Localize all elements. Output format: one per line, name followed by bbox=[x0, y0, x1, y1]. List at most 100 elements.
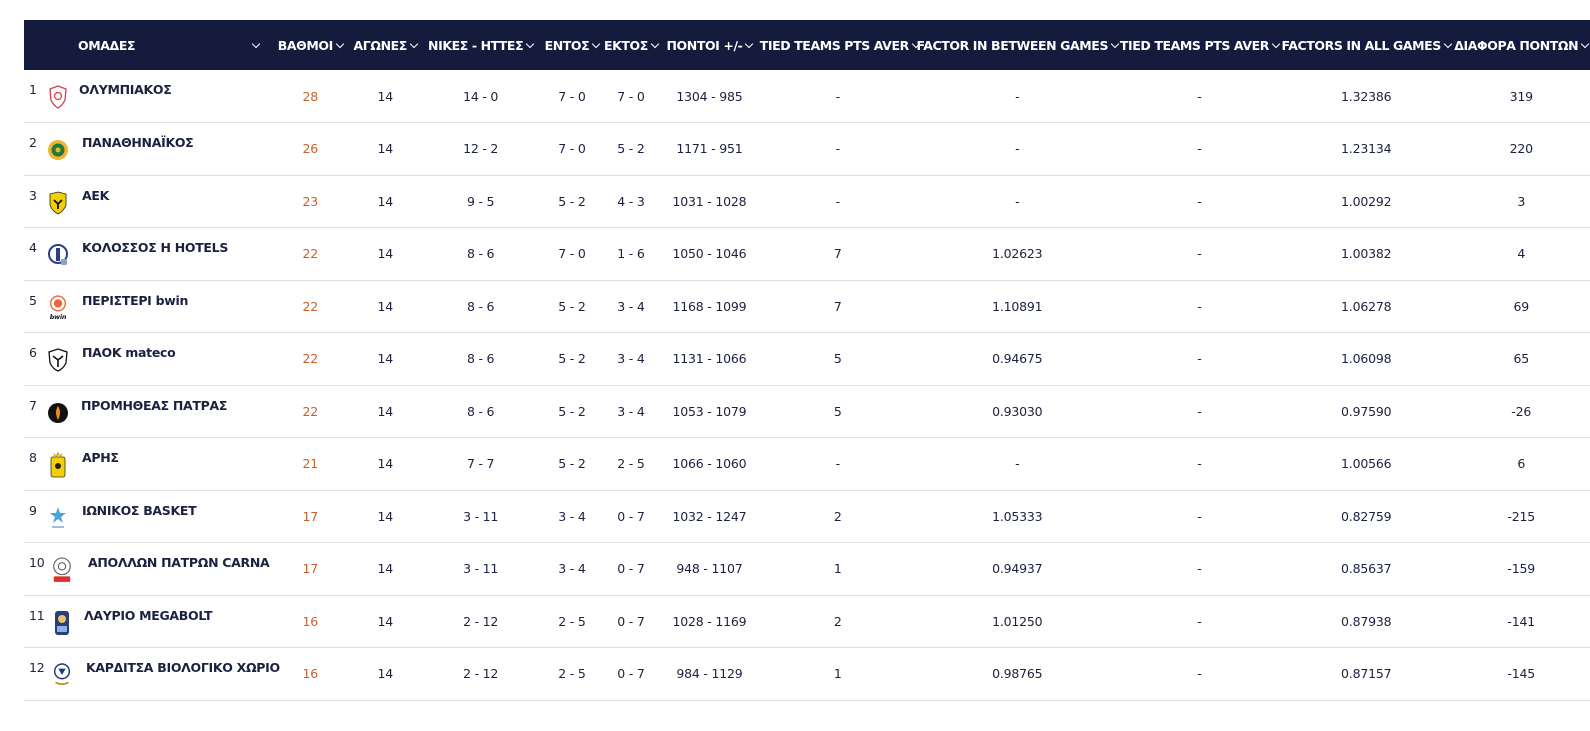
points-cell: 23 bbox=[302, 193, 319, 209]
table-row[interactable]: 1 ΟΛΥΜΠΙΑΚΟΣ 28 14 14 - 0 7 - 0 7 - 0 1304 - 98… bbox=[24, 70, 1590, 123]
diff-cell: 319 bbox=[1509, 88, 1533, 104]
svg-text:bwin: bwin bbox=[50, 313, 67, 321]
tied1-cell: - bbox=[835, 88, 841, 104]
position-number: 11 bbox=[29, 607, 45, 623]
sort-points-header[interactable]: ΒΑΘΜΟΙ bbox=[270, 20, 350, 70]
sort-wl-header[interactable]: ΝΙΚΕΣ - ΗΤΤΕΣ bbox=[420, 20, 541, 70]
wl-cell: 8 - 6 bbox=[466, 403, 495, 419]
header-row: ΟΜΑΔΕΣ ΒΑΘΜΟΙ ΑΓΩΝΕΣ ΝΙΚΕΣ - ΗΤΤΕΣ ΕΝΤΟΣ… bbox=[24, 20, 1590, 70]
games-cell: 14 bbox=[377, 141, 393, 157]
wl-cell: 3 - 11 bbox=[463, 561, 499, 577]
factor-between-cell: 0.94937 bbox=[992, 561, 1043, 577]
team-cell: 9 ΙΩΝΙΚΟΣ BASKET bbox=[24, 490, 270, 543]
team-name-link[interactable]: ΠΑΟΚ mateco bbox=[82, 345, 176, 360]
sort-tied2-header[interactable]: TIED TEAMS PTS AVER bbox=[1119, 20, 1281, 70]
team-cell: 6 ΠΑΟΚ mateco bbox=[24, 333, 270, 386]
tied2-cell: - bbox=[1197, 246, 1202, 262]
team-name-link[interactable]: ΑΡΗΣ bbox=[82, 450, 119, 465]
chevron-down-icon bbox=[745, 39, 754, 48]
sort-ptsdiff-header[interactable]: ΠΟΝΤΟΙ +/- bbox=[659, 20, 760, 70]
team-name-link[interactable]: ΑΕΚ bbox=[82, 188, 109, 203]
table-row[interactable]: 10 ΑΠΟΛΛΩΝ ΠΑΤΡΩΝ CARNA 17 14 3 - 11 3 - 4 0 -… bbox=[24, 543, 1590, 595]
sort-factor-all-header[interactable]: FACTORS IN ALL GAMES bbox=[1280, 20, 1453, 70]
team-name-link[interactable]: ΠΡΟΜΗΘΕΑΣ ΠΑΤΡΑΣ bbox=[81, 398, 227, 413]
tied1-cell: 7 bbox=[833, 298, 842, 314]
wl-cell: 14 - 0 bbox=[463, 88, 499, 104]
factor-between-cell: 0.93030 bbox=[992, 403, 1043, 419]
games-cell: 14 bbox=[377, 246, 393, 262]
factor-all-cell: 1.00292 bbox=[1341, 193, 1392, 209]
team-name-link[interactable]: ΠΕΡΙΣΤΕΡΙ bwin bbox=[82, 293, 188, 308]
chevron-down-icon bbox=[409, 39, 419, 48]
points-cell: 22 bbox=[302, 351, 319, 367]
table-body: 1 ΟΛΥΜΠΙΑΚΟΣ 28 14 14 - 07 - 07 - 0 1304 - 98… bbox=[24, 70, 1590, 700]
factor-all-cell: 0.97590 bbox=[1341, 403, 1392, 419]
away-cell: 5 - 2 bbox=[617, 141, 645, 157]
factor-between-cell: - bbox=[1015, 193, 1020, 209]
sort-factor-between-header[interactable]: FACTOR IN BETWEEN GAMES bbox=[916, 20, 1120, 70]
table-row[interactable]: 4 ΚΟΛΟΣΣΟΣ H HOTELS 22 14 8 - 6 7 - 0 1 - 6 105… bbox=[24, 228, 1590, 280]
team-name-link[interactable]: ΟΛΥΜΠΙΑΚΟΣ bbox=[79, 82, 172, 97]
diff-header-label: ΔΙΑΦΟΡΑ ΠΟΝΤΩΝ bbox=[1454, 37, 1579, 53]
factor-all-cell: 1.06098 bbox=[1341, 351, 1392, 367]
team-cell: 1 ΟΛΥΜΠΙΑΚΟΣ bbox=[24, 70, 270, 123]
apollon-logo bbox=[51, 557, 73, 582]
tied1-cell: 1 bbox=[833, 561, 842, 577]
sort-home-header[interactable]: ΕΝΤΟΣ bbox=[541, 20, 603, 70]
diff-cell: 3 bbox=[1517, 193, 1526, 209]
table-row[interactable]: 8 ΑΡΗΣ 21 14 7 - 7 5 - 2 2 - 5 1066 - 1060 - - - 1.… bbox=[24, 438, 1590, 490]
position-number: 1 bbox=[29, 82, 37, 97]
factor-all-cell: 0.87938 bbox=[1341, 613, 1392, 629]
chevron-down-icon bbox=[1271, 39, 1281, 48]
games-cell: 14 bbox=[377, 508, 393, 524]
away-cell: 0 - 7 bbox=[617, 613, 645, 629]
points-cell: 22 bbox=[302, 298, 319, 314]
wl-cell: 8 - 6 bbox=[466, 298, 495, 314]
team-cell: 3 ΑΕΚ bbox=[24, 175, 270, 228]
panathinaikos-logo bbox=[47, 138, 69, 162]
ptsdiff-cell: 1031 - 1028 bbox=[672, 193, 747, 209]
team-name-link[interactable]: ΚΟΛΟΣΣΟΣ H HOTELS bbox=[82, 240, 228, 255]
team-name-link[interactable]: ΙΩΝΙΚΟΣ BASKET bbox=[82, 503, 197, 518]
home-cell: 2 - 5 bbox=[558, 613, 586, 629]
away-cell: 0 - 7 bbox=[617, 561, 645, 577]
sort-away-header[interactable]: ΕΚΤΟΣ bbox=[603, 20, 660, 70]
tied2-cell: - bbox=[1197, 141, 1202, 157]
tied2-cell: - bbox=[1197, 351, 1202, 367]
table-header: ΟΜΑΔΕΣ ΒΑΘΜΟΙ ΑΓΩΝΕΣ ΝΙΚΕΣ - ΗΤΤΕΣ ΕΝΤΟΣ… bbox=[24, 20, 1590, 70]
tied2-cell: - bbox=[1197, 403, 1202, 419]
position-number: 8 bbox=[29, 450, 37, 465]
factor-all-header-label: FACTORS IN ALL GAMES bbox=[1281, 37, 1441, 53]
team-name-link[interactable]: ΠΑΝΑΘΗΝΑΪΚΟΣ bbox=[82, 135, 194, 150]
away-cell: 2 - 5 bbox=[617, 456, 645, 472]
ptsdiff-cell: 1304 - 985 bbox=[676, 88, 743, 104]
away-cell: 0 - 7 bbox=[617, 508, 645, 524]
home-cell: 5 - 2 bbox=[558, 193, 586, 209]
factor-between-cell: 1.01250 bbox=[992, 613, 1043, 629]
diff-cell: 69 bbox=[1513, 298, 1529, 314]
tied2-cell: - bbox=[1197, 666, 1202, 682]
table-row[interactable]: 11 ΛΑΥΡΙΟ MEGABOLT 16 14 2 - 12 2 - 5 0 - 7 102… bbox=[24, 595, 1590, 648]
table-row[interactable]: 6 ΠΑΟΚ mateco 22 14 8 - 6 5 - 2 3 - 4 1131 - 10… bbox=[24, 333, 1590, 386]
table-row[interactable]: 7 ΠΡΟΜΗΘΕΑΣ ΠΑΤΡΑΣ 22 14 8 - 6 5 - 2 3 - 4 1053… bbox=[24, 385, 1590, 438]
away-cell: 7 - 0 bbox=[617, 88, 645, 104]
table-row[interactable]: 12 ΚΑΡΔΙΤΣΑ ΒΙΟΛΟΓΙΚΟ ΧΩΡΙΟ 16 14 2 - 12 2 - … bbox=[24, 648, 1590, 700]
points-header-label: ΒΑΘΜΟΙ bbox=[277, 37, 334, 53]
position-number: 9 bbox=[29, 502, 37, 518]
team-name-link[interactable]: ΑΠΟΛΛΩΝ ΠΑΤΡΩΝ CARNA bbox=[88, 555, 270, 570]
games-cell: 14 bbox=[377, 666, 393, 682]
table-row[interactable]: 3 ΑΕΚ 23 14 9 - 5 5 - 2 4 - 3 1031 - 1028 - - - 1.0… bbox=[24, 175, 1590, 228]
table-row[interactable]: 9 ΙΩΝΙΚΟΣ BASKET 17 14 3 - 11 3 - 4 0 - 7 1032 … bbox=[24, 490, 1590, 543]
factor-between-cell: 1.05333 bbox=[992, 508, 1043, 524]
sort-diff-header[interactable]: ΔΙΑΦΟΡΑ ΠΟΝΤΩΝ bbox=[1452, 20, 1590, 70]
team-name-link[interactable]: ΚΑΡΔΙΤΣΑ ΒΙΟΛΟΓΙΚΟ ΧΩΡΙΟ bbox=[86, 660, 280, 675]
sort-team-header[interactable]: ΟΜΑΔΕΣ bbox=[24, 20, 270, 70]
table-row[interactable]: 2 ΠΑΝΑΘΗΝΑΪΚΟΣ 26 14 12 - 2 7 - 0 5 - 2 1171 - … bbox=[24, 123, 1590, 175]
home-cell: 5 - 2 bbox=[558, 298, 586, 314]
table-row[interactable]: 5 bwin ΠΕΡΙΣΤΕΡΙ bwin 22 14 8 - 6 5 - 2 3 - 4 11… bbox=[24, 280, 1590, 333]
sort-games-header[interactable]: ΑΓΩΝΕΣ bbox=[350, 20, 420, 70]
sort-tied1-header[interactable]: TIED TEAMS PTS AVER bbox=[760, 20, 921, 70]
olympiakos-logo bbox=[47, 85, 69, 109]
factor-all-cell: 1.00566 bbox=[1341, 456, 1392, 472]
team-name-link[interactable]: ΛΑΥΡΙΟ MEGABOLT bbox=[84, 608, 212, 623]
